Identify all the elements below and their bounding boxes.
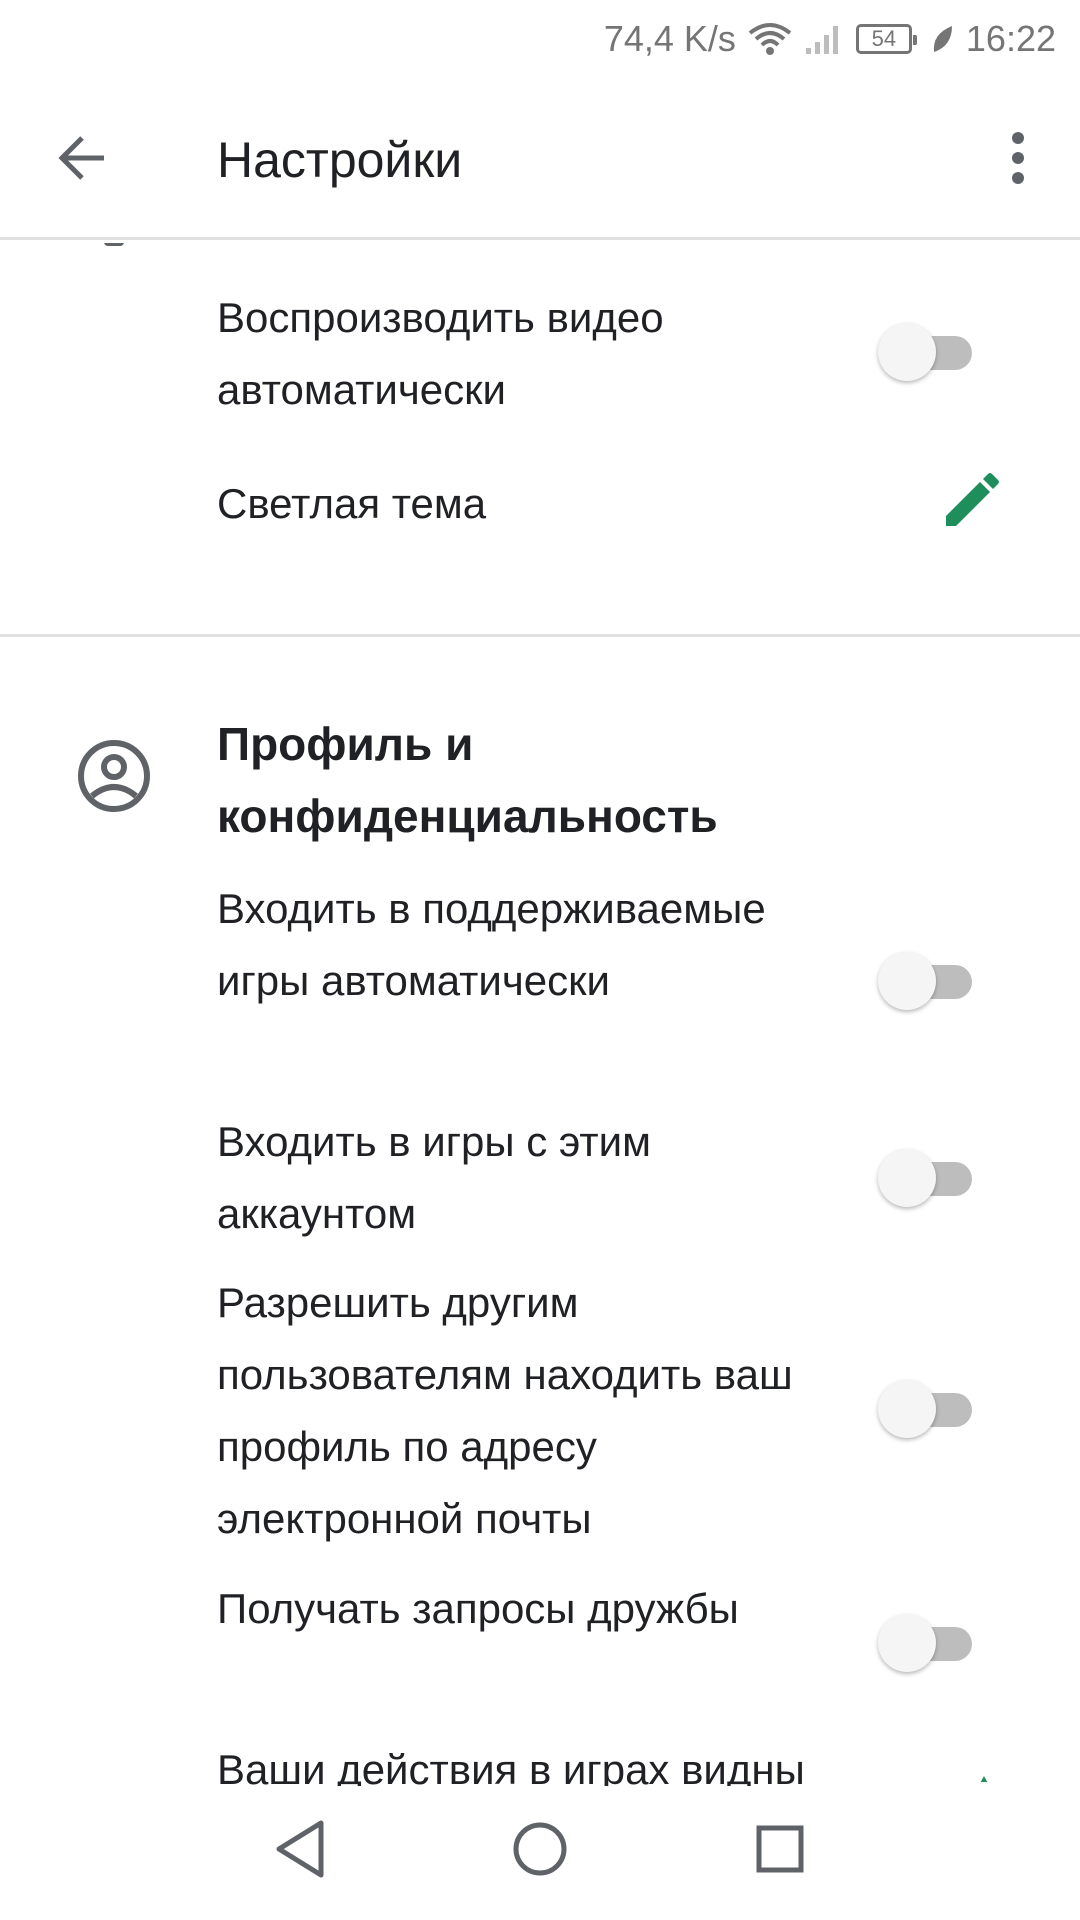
friend-requests-toggle[interactable] bbox=[878, 1613, 976, 1673]
network-speed: 74,4 K/s bbox=[603, 18, 736, 59]
nav-recents-icon bbox=[755, 1824, 805, 1879]
clock: 16:22 bbox=[965, 18, 1056, 59]
more-vert-icon bbox=[1008, 130, 1028, 191]
settings-list[interactable]: Воспроизводить видео автоматически Светл… bbox=[0, 243, 1080, 1786]
pencil-icon[interactable] bbox=[940, 472, 1000, 532]
toggle-thumb bbox=[878, 323, 936, 381]
partial-section-icon bbox=[104, 243, 124, 246]
nav-back-icon bbox=[273, 1819, 327, 1884]
setting-row-autoplay-video[interactable]: Воспроизводить видео автоматически bbox=[0, 282, 1080, 426]
sign-in-with-account-toggle[interactable] bbox=[878, 1148, 976, 1208]
section-title: Профиль и конфиденциальность bbox=[217, 718, 718, 842]
setting-label: Разрешить другим пользователям находить … bbox=[217, 1279, 793, 1542]
setting-row-sign-in-with-account[interactable]: Входить в игры с этим аккаунтом bbox=[0, 1106, 1080, 1250]
pencil-icon[interactable] bbox=[970, 1768, 1000, 1782]
toggle-thumb bbox=[878, 952, 936, 1010]
auto-sign-in-toggle[interactable] bbox=[878, 951, 976, 1011]
setting-row-friend-requests[interactable]: Получать запросы дружбы bbox=[0, 1573, 1080, 1717]
setting-label: Входить в поддерживаемые игры автоматиче… bbox=[217, 885, 766, 1004]
section-divider bbox=[0, 634, 1080, 637]
back-button[interactable] bbox=[46, 124, 118, 196]
toggle-thumb bbox=[878, 1149, 936, 1207]
toggle-thumb bbox=[878, 1380, 936, 1438]
setting-label: Ваши действия в играх видны bbox=[217, 1746, 805, 1786]
nav-back-button[interactable] bbox=[255, 1806, 345, 1896]
setting-row-find-by-email[interactable]: Разрешить другим пользователям находить … bbox=[0, 1267, 1080, 1555]
toggle-thumb bbox=[878, 1614, 936, 1672]
more-options-button[interactable] bbox=[982, 124, 1054, 196]
screen: 74,4 K/s 54 16:22 Настройки Воспроизводи… bbox=[0, 0, 1080, 1920]
status-bar: 74,4 K/s 54 16:22 bbox=[0, 0, 1080, 78]
setting-label: Светлая тема bbox=[217, 480, 487, 527]
page-title: Настройки bbox=[217, 132, 463, 188]
setting-row-auto-sign-in[interactable]: Входить в поддерживаемые игры автоматиче… bbox=[0, 873, 1080, 1089]
arrow-left-icon bbox=[54, 130, 110, 191]
system-nav-bar bbox=[0, 1786, 1080, 1920]
account-circle-icon bbox=[76, 738, 152, 814]
wifi-icon bbox=[748, 21, 792, 57]
setting-row-game-activity-visibility[interactable]: Ваши действия в играх видны bbox=[0, 1734, 1080, 1786]
app-bar: Настройки bbox=[0, 78, 1080, 240]
setting-label: Входить в игры с этим аккаунтом bbox=[217, 1118, 651, 1237]
signal-icon bbox=[804, 22, 844, 56]
autoplay-video-toggle[interactable] bbox=[878, 322, 976, 382]
setting-label: Воспроизводить видео автоматически bbox=[217, 294, 664, 413]
battery-icon: 54 bbox=[855, 24, 917, 54]
nav-home-button[interactable] bbox=[495, 1806, 585, 1896]
nav-recents-button[interactable] bbox=[735, 1806, 825, 1896]
battery-level: 54 bbox=[871, 26, 897, 51]
leaf-icon bbox=[930, 24, 954, 54]
setting-row-light-theme[interactable]: Светлая тема bbox=[0, 468, 1080, 540]
nav-home-icon bbox=[512, 1821, 568, 1882]
find-by-email-toggle[interactable] bbox=[878, 1379, 976, 1439]
setting-label: Получать запросы дружбы bbox=[217, 1585, 739, 1632]
